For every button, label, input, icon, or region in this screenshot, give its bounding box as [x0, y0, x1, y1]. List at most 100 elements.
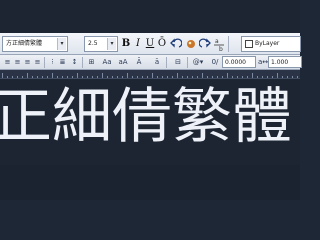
ruler-tick — [122, 76, 123, 78]
ruler-tick — [247, 76, 248, 78]
ruler-tick — [37, 76, 38, 78]
ruler-tick — [217, 76, 218, 78]
ruler-tick — [17, 76, 18, 78]
ruler-tick — [77, 73, 78, 78]
ruler-tick — [42, 76, 43, 78]
font-size-combo[interactable]: 2.5 ▾ — [84, 36, 118, 52]
stack-icon[interactable] — [185, 36, 197, 52]
toolbar-separator — [166, 57, 167, 68]
insert-field-icon[interactable]: ⊞ — [87, 57, 96, 68]
ruler-tick — [127, 73, 128, 78]
ruler-tick — [82, 76, 83, 78]
ruler-tick — [102, 73, 103, 78]
ruler-tick — [12, 76, 13, 78]
ruler-tick — [237, 76, 238, 78]
field-icon[interactable]: ⊟ — [172, 57, 184, 68]
ruler-tick — [27, 73, 28, 78]
color-swatch-icon — [245, 39, 253, 48]
ruler-tick — [22, 76, 23, 78]
font-name-combo[interactable]: 方正細倩繁體 ▾ — [2, 36, 68, 52]
ruler-tick — [227, 73, 228, 78]
italic-button[interactable]: I — [133, 36, 143, 52]
ruler-tick — [147, 76, 148, 78]
ruler-tick — [207, 76, 208, 78]
ruler-tick — [167, 76, 168, 78]
svg-text:b: b — [219, 46, 223, 52]
overline-text-icon[interactable]: Ā — [134, 57, 144, 68]
ruler-tick — [137, 76, 138, 78]
ruler-tick — [162, 76, 163, 78]
symbol-icon: @ — [192, 58, 200, 66]
ruler-tick — [112, 76, 113, 78]
ruler-tick — [177, 73, 178, 78]
tracking-icon: a↔ — [258, 58, 269, 66]
align-text-icon[interactable]: ā — [152, 57, 162, 68]
ruler-tick — [132, 76, 133, 78]
width-factor-field[interactable]: 1.000 — [268, 56, 302, 68]
ruler-tick — [157, 76, 158, 78]
text-formatting-toolbar: 方正細倩繁體 ▾ 2.5 ▾ B I U Ō ab ByLayer — [0, 33, 301, 55]
ruler-tick — [87, 76, 88, 78]
ruler-tick — [257, 76, 258, 78]
ruler-tick — [72, 76, 73, 78]
stack-fraction-icon[interactable]: ab — [213, 36, 225, 53]
chevron-down-icon[interactable]: ▾ — [57, 38, 66, 50]
toolbar-separator — [228, 36, 229, 52]
toolbar-separator — [44, 57, 45, 68]
ruler-tick — [67, 76, 68, 78]
ruler-tick — [197, 76, 198, 78]
ruler-tick — [172, 76, 173, 78]
ruler-tick — [117, 76, 118, 78]
overline-button[interactable]: Ō — [157, 36, 167, 52]
drawing-area — [0, 165, 300, 200]
ruler-tick — [187, 76, 188, 78]
chevron-down-icon[interactable]: ▾ — [107, 38, 116, 50]
font-size-value: 2.5 — [88, 40, 98, 47]
numbering-icon[interactable]: ⁝ — [48, 57, 57, 68]
align-left-icon[interactable]: ≡ — [3, 57, 12, 68]
undo-icon[interactable] — [170, 36, 183, 52]
ruler-tick — [97, 76, 98, 78]
line-spacing-icon[interactable]: ↕ — [70, 57, 79, 68]
lowercase-icon[interactable]: aA — [116, 57, 130, 68]
ruler-tick — [297, 76, 298, 78]
ruler-tick — [7, 76, 8, 78]
redo-icon[interactable] — [198, 36, 211, 52]
paragraph-toolbar: ≡ ≡ ≡ ≡ ⁝ ≣ ↕ ⊞ Aa aA Ā ā ⊟ @▾ 0/ 0.0000… — [0, 55, 302, 70]
color-value: ByLayer — [255, 40, 280, 47]
ruler-tick — [182, 76, 183, 78]
uppercase-icon[interactable]: Aa — [100, 57, 114, 68]
font-name-value: 方正細倩繁體 — [6, 40, 43, 47]
bullets-icon[interactable]: ≣ — [58, 57, 67, 68]
justify-icon[interactable]: ≡ — [33, 57, 42, 68]
ruler-tick — [262, 76, 263, 78]
oblique-angle-field[interactable]: 0.0000 — [222, 56, 256, 68]
ruler-tick — [57, 76, 58, 78]
align-center-icon[interactable]: ≡ — [13, 57, 22, 68]
symbol-button[interactable]: @▾ — [191, 57, 205, 68]
ruler-tick — [232, 76, 233, 78]
ruler-tick — [252, 73, 253, 78]
ruler-tick — [212, 76, 213, 78]
ruler-tick — [282, 76, 283, 78]
toolbar-separator — [187, 57, 188, 68]
mtext-content[interactable]: 正細倩繁體 — [0, 82, 292, 152]
color-combo[interactable]: ByLayer — [241, 36, 301, 52]
ruler-tick — [2, 73, 3, 78]
ruler-tick — [62, 76, 63, 78]
oblique-icon: 0/ — [211, 58, 219, 66]
ruler-tick — [92, 76, 93, 78]
ruler-tick — [192, 76, 193, 78]
ruler-tick — [47, 76, 48, 78]
ruler-tick — [277, 73, 278, 78]
ruler-tick — [287, 76, 288, 78]
bold-button[interactable]: B — [121, 36, 131, 52]
ruler-tick — [52, 73, 53, 78]
ruler-tick — [272, 76, 273, 78]
editor-ruler[interactable] — [0, 70, 300, 79]
ruler-tick — [142, 76, 143, 78]
align-right-icon[interactable]: ≡ — [23, 57, 32, 68]
ruler-tick — [202, 73, 203, 78]
ruler-tick — [292, 76, 293, 78]
underline-button[interactable]: U — [145, 36, 155, 52]
